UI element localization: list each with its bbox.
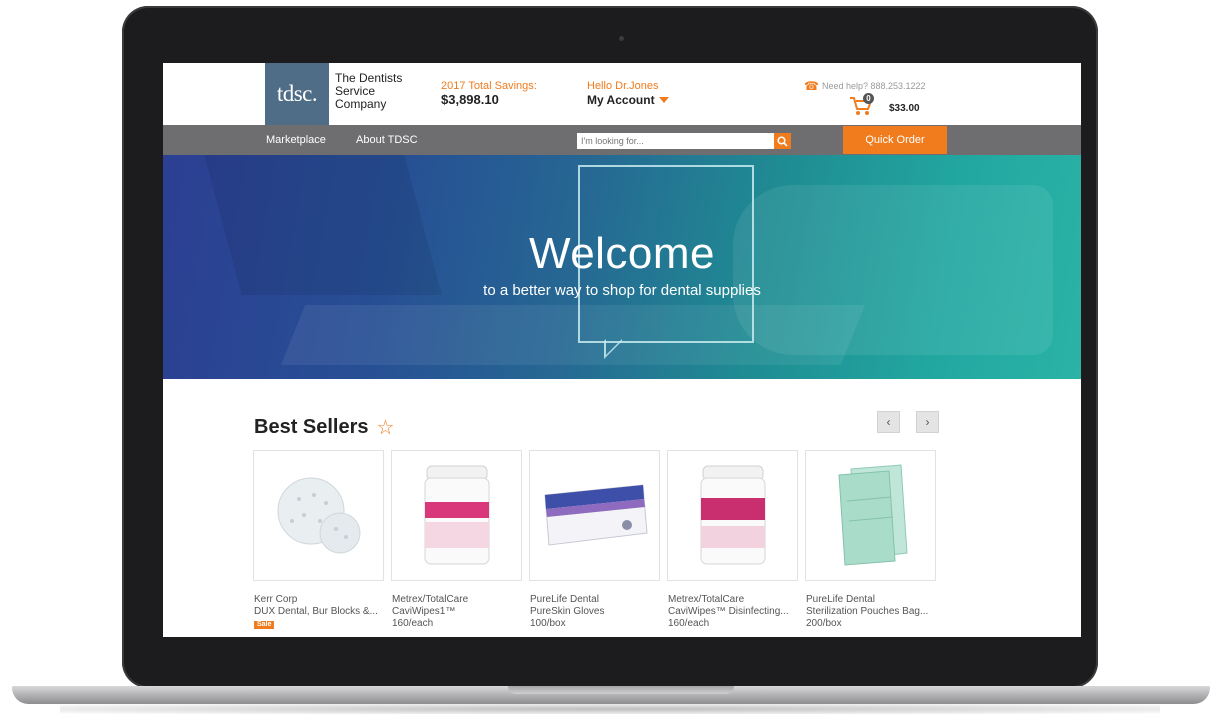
product-brand: Metrex/TotalCare	[668, 594, 745, 605]
search-input[interactable]	[577, 133, 778, 149]
product-info: Metrex/TotalCare CaviWipes1™ 160/each	[392, 594, 527, 630]
product-name[interactable]: Sterilization Pouches Bag...	[806, 606, 941, 618]
company-name: The Dentists Service Company	[335, 72, 415, 111]
product-brand: Kerr Corp	[254, 594, 298, 605]
product-name[interactable]: DUX Dental, Bur Blocks &...	[254, 606, 389, 618]
product-name[interactable]: PureSkin Gloves	[530, 606, 665, 618]
savings-value: $3,898.10	[441, 92, 499, 107]
company-name-line: Company	[335, 97, 387, 111]
product-qty: 160/each	[668, 618, 710, 629]
product-image	[254, 451, 383, 580]
sale-badge: Sale	[254, 621, 275, 629]
hero-title: Welcome	[528, 229, 716, 278]
savings-label: 2017 Total Savings:	[441, 80, 537, 92]
laptop-base-notch	[508, 686, 734, 694]
browser-screen: tdsc. The Dentists Service Company 2017 …	[163, 63, 1081, 637]
product-brand: PureLife Dental	[530, 594, 599, 605]
product-brand: PureLife Dental	[806, 594, 875, 605]
greeting-text: Hello Dr.Jones	[587, 80, 659, 92]
help-contact[interactable]: ☎ Need help? 888.253.1222	[804, 79, 926, 93]
product-image	[530, 451, 659, 580]
product-image	[392, 451, 521, 580]
nav-item-marketplace[interactable]: Marketplace	[266, 134, 326, 146]
best-sellers-title: Best Sellers	[254, 416, 369, 438]
product-card[interactable]	[253, 450, 384, 581]
cart-total: $33.00	[889, 103, 920, 114]
gloves-box-image	[543, 483, 648, 546]
cart-count-badge: 0	[863, 93, 874, 104]
carousel-next-button[interactable]: ›	[916, 411, 939, 433]
star-icon: ☆	[376, 417, 395, 439]
product-info: PureLife Dental PureSkin Gloves 100/box	[530, 594, 665, 630]
site-header: tdsc. The Dentists Service Company 2017 …	[163, 63, 1081, 125]
product-qty: 100/box	[530, 618, 566, 629]
best-sellers-heading: Best Sellers ☆	[254, 415, 394, 440]
product-image	[806, 451, 935, 580]
chevron-down-icon	[658, 97, 669, 103]
shopping-cart[interactable]: 0	[849, 93, 874, 117]
product-info: Metrex/TotalCare CaviWipes™ Disinfecting…	[668, 594, 803, 630]
product-name[interactable]: CaviWipes1™	[392, 606, 527, 618]
hero-banner: Welcome to a better way to shop for dent…	[163, 155, 1081, 379]
product-image	[668, 451, 797, 580]
product-qty: 200/box	[806, 618, 842, 629]
product-info: Kerr Corp DUX Dental, Bur Blocks &... Sa…	[254, 594, 389, 630]
laptop-shadow	[60, 704, 1160, 714]
site-logo[interactable]: tdsc.	[265, 63, 329, 125]
product-brand: Metrex/TotalCare	[392, 594, 469, 605]
my-account-dropdown[interactable]: My Account	[587, 93, 669, 107]
my-account-label: My Account	[587, 93, 655, 107]
product-name[interactable]: CaviWipes™ Disinfecting...	[668, 606, 803, 618]
bur-block-image	[277, 477, 360, 553]
carousel-prev-button[interactable]: ‹	[877, 411, 900, 433]
product-card[interactable]	[391, 450, 522, 581]
product-card[interactable]	[529, 450, 660, 581]
search-button[interactable]	[774, 133, 791, 149]
pouches-image	[837, 463, 908, 566]
product-info: PureLife Dental Sterilization Pouches Ba…	[806, 594, 941, 630]
product-card[interactable]	[805, 450, 936, 581]
nav-item-about[interactable]: About TDSC	[356, 134, 418, 146]
product-card[interactable]	[667, 450, 798, 581]
wipes-canister-image	[424, 465, 489, 564]
search-icon	[777, 135, 788, 147]
wipes-canister-image	[700, 465, 765, 564]
webcam	[619, 36, 624, 41]
hero-subtitle: to a better way to shop for dental suppl…	[483, 282, 761, 299]
product-qty: 160/each	[392, 618, 434, 629]
quick-order-button[interactable]: Quick Order	[843, 126, 947, 154]
logo-text: tdsc.	[276, 81, 318, 106]
phone-icon: ☎	[804, 79, 819, 93]
help-text: Need help? 888.253.1222	[821, 81, 926, 91]
